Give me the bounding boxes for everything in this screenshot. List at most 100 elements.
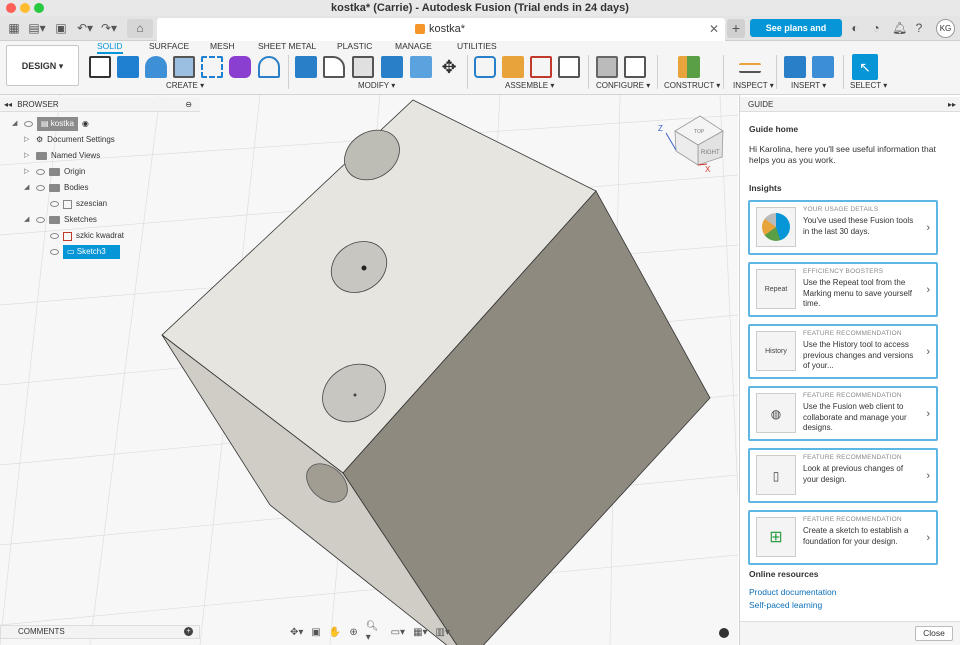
expand-arrow-icon[interactable]: ◢	[24, 213, 32, 227]
tree-document-settings[interactable]: ▷ ⚙ Document Settings	[24, 133, 115, 147]
insight-card-sketch[interactable]: ⊞ FEATURE RECOMMENDATION Create a sketch…	[748, 510, 938, 565]
tab-solid[interactable]: SOLID	[97, 41, 123, 54]
pan-hand-icon[interactable]: ✋	[329, 627, 341, 638]
configure-menu[interactable]: CONFIGURE ▾	[596, 81, 650, 90]
fit-zoom-icon[interactable]: 🔍︎▾	[366, 621, 383, 643]
measure-icon[interactable]	[739, 63, 761, 73]
insert-canvas-icon[interactable]	[812, 56, 834, 78]
display-settings-icon[interactable]: ▭▾	[391, 627, 405, 638]
avatar[interactable]: KG	[936, 19, 955, 38]
tab-sheet-metal[interactable]: SHEET METAL	[258, 41, 316, 51]
job-status-icon[interactable]: ◔	[870, 20, 882, 36]
expand-arrow-icon[interactable]: ▷	[24, 133, 32, 147]
tab-utilities[interactable]: UTILITIES	[457, 41, 497, 51]
undo-icon[interactable]: ↶▾	[76, 20, 94, 36]
tree-sketches[interactable]: ◢ Sketches	[24, 213, 97, 227]
tree-origin[interactable]: ▷ Origin	[24, 165, 85, 179]
derive-icon[interactable]	[258, 56, 280, 78]
view-cube[interactable]: RIGHT TOP Z X	[658, 115, 724, 174]
viewports-icon[interactable]: ▥▾	[436, 627, 450, 638]
add-comment-icon[interactable]: +	[184, 627, 193, 636]
hole-icon[interactable]	[173, 56, 195, 78]
insight-card-repeat[interactable]: Repeat EFFICIENCY BOOSTERS Use the Repea…	[748, 262, 938, 317]
tab-plastic[interactable]: PLASTIC	[337, 41, 372, 51]
tree-root[interactable]: ◢ ▤ kostka ◉	[12, 117, 89, 131]
plans-pricing-button[interactable]: See plans and pricing	[750, 19, 842, 51]
expand-arrow-icon[interactable]: ▷	[24, 149, 32, 163]
self-paced-learning-link[interactable]: Self-paced learning	[749, 600, 822, 610]
extrude-icon[interactable]	[117, 56, 139, 78]
insight-card-changes[interactable]: ▯ FEATURE RECOMMENDATION Look at previou…	[748, 448, 938, 503]
shell-icon[interactable]	[352, 56, 374, 78]
orbit-icon[interactable]: ✥▾	[290, 627, 303, 638]
visibility-eye-icon[interactable]	[36, 217, 45, 223]
save-icon[interactable]: ▣	[54, 20, 68, 36]
configuration-table-icon[interactable]	[624, 56, 646, 78]
revolve-icon[interactable]	[145, 56, 167, 78]
close-button[interactable]: Close	[915, 626, 953, 641]
configure-design-icon[interactable]	[596, 56, 618, 78]
workspace-switcher-button[interactable]: DESIGN ▾	[6, 45, 79, 86]
move-icon[interactable]: ✥	[438, 56, 460, 78]
grid-menu-icon[interactable]: ▦	[8, 20, 20, 36]
pattern-icon[interactable]	[201, 56, 223, 78]
tab-manage[interactable]: MANAGE	[395, 41, 432, 51]
comments-panel[interactable]: COMMENTS +	[0, 625, 200, 639]
press-pull-icon[interactable]	[295, 56, 317, 78]
joint-origin-icon[interactable]	[558, 56, 580, 78]
product-documentation-link[interactable]: Product documentation	[749, 587, 836, 597]
visibility-eye-icon[interactable]	[36, 185, 45, 191]
home-button[interactable]: ⌂	[127, 19, 153, 38]
grid-settings-icon[interactable]: ▦▾	[413, 627, 427, 638]
minimize-window-button[interactable]	[20, 3, 30, 13]
tab-surface[interactable]: SURFACE	[149, 41, 189, 51]
close-tab-icon[interactable]: ✕	[709, 22, 719, 36]
tree-body-item[interactable]: szescian	[50, 197, 107, 211]
inspect-menu[interactable]: INSPECT ▾	[733, 81, 774, 90]
select-tool-icon[interactable]: ↖	[852, 54, 878, 80]
new-component-icon[interactable]	[474, 56, 496, 78]
camera-sync-icon[interactable]	[719, 628, 729, 638]
tree-sketch-item-selected[interactable]: ▭ Sketch3	[50, 245, 120, 259]
tree-sketch-item[interactable]: szkic kwadrat	[50, 229, 124, 243]
insight-card-usage[interactable]: YOUR USAGE DETAILS You've used these Fus…	[748, 200, 938, 255]
collapse-icon[interactable]: ◂◂	[4, 100, 12, 109]
file-menu-icon[interactable]: ▤▾	[28, 20, 46, 36]
document-tab[interactable]: kostka* ✕	[157, 18, 725, 41]
new-tab-button[interactable]: +	[727, 19, 745, 38]
visibility-eye-icon[interactable]	[50, 249, 59, 255]
close-window-button[interactable]	[6, 3, 16, 13]
insight-card-history[interactable]: History FEATURE RECOMMENDATION Use the H…	[748, 324, 938, 379]
joint-icon[interactable]	[502, 56, 524, 78]
expand-arrow-icon[interactable]: ◢	[12, 117, 20, 131]
offset-plane-icon[interactable]	[678, 56, 700, 78]
redo-icon[interactable]: ↷▾	[100, 20, 118, 36]
zoom-icon[interactable]: ⊕	[349, 627, 357, 638]
tab-mesh[interactable]: MESH	[210, 41, 235, 51]
fillet-icon[interactable]	[323, 56, 345, 78]
insight-card-web-client[interactable]: ◍ FEATURE RECOMMENDATION Use the Fusion …	[748, 386, 938, 441]
browser-panel-header[interactable]: ◂◂ BROWSER ⊖	[0, 97, 200, 112]
visibility-eye-icon[interactable]	[50, 201, 59, 207]
expand-arrow-icon[interactable]: ◢	[24, 181, 32, 195]
visibility-eye-icon[interactable]	[36, 169, 45, 175]
tree-named-views[interactable]: ▷ Named Views	[24, 149, 100, 163]
browser-minus-icon[interactable]: ⊖	[185, 97, 192, 112]
maximize-window-button[interactable]	[34, 3, 44, 13]
help-icon[interactable]: ?	[913, 20, 925, 36]
active-radio-icon[interactable]: ◉	[82, 117, 89, 131]
modify-menu[interactable]: MODIFY ▾	[358, 81, 395, 90]
notifications-bell-icon[interactable]: 🔔︎	[892, 20, 907, 36]
tree-bodies[interactable]: ◢ Bodies	[24, 181, 88, 195]
insert-derive-icon[interactable]	[784, 56, 806, 78]
insert-menu[interactable]: INSERT ▾	[791, 81, 826, 90]
form-icon[interactable]	[229, 56, 251, 78]
assemble-menu[interactable]: ASSEMBLE ▾	[505, 81, 554, 90]
visibility-eye-icon[interactable]	[50, 233, 59, 239]
expand-panel-icon[interactable]: ▸▸	[948, 97, 956, 112]
split-icon[interactable]	[410, 56, 432, 78]
combine-icon[interactable]	[381, 56, 403, 78]
create-sketch-icon[interactable]	[89, 56, 111, 78]
look-at-icon[interactable]: ▣	[311, 627, 320, 638]
select-menu[interactable]: SELECT ▾	[850, 81, 887, 90]
